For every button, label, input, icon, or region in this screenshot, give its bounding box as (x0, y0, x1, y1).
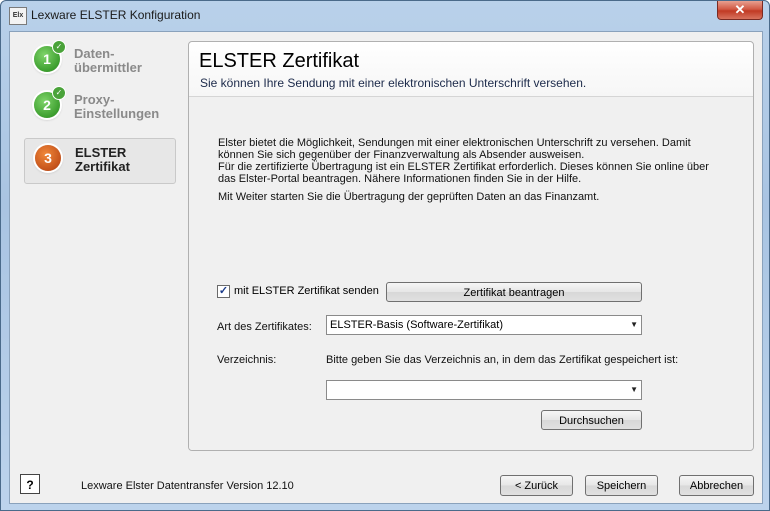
description-text: Elster bietet die Möglichkeit, Sendungen… (218, 137, 709, 203)
send-with-certificate-checkbox[interactable]: ✓ (217, 285, 230, 298)
chevron-down-icon: ▼ (630, 385, 638, 394)
directory-hint: Bitte geben Sie das Verzeichnis an, in d… (326, 354, 679, 366)
cert-type-label: Art des Zertifikates: (217, 321, 312, 333)
step-datenuebermittler[interactable]: 1 ✓ Daten- übermittler (24, 40, 174, 84)
content-panel: ELSTER Zertifikat Sie können Ihre Sendun… (188, 41, 754, 451)
step-proxy-einstellungen[interactable]: 2 ✓ Proxy- Einstellungen (24, 86, 174, 130)
step-label: Daten- übermittler (74, 46, 142, 75)
cert-type-select[interactable]: ELSTER-Basis (Software-Zertifikat) ▼ (326, 315, 642, 335)
directory-label: Verzeichnis: (217, 354, 277, 366)
help-icon[interactable]: ? (20, 474, 40, 494)
wizard-steps-sidebar: 1 ✓ Daten- übermittler 2 ✓ Proxy- Einste… (10, 32, 182, 462)
directory-combobox[interactable]: ▼ (326, 380, 642, 400)
app-icon: Elx (9, 7, 27, 25)
page-title: ELSTER Zertifikat (199, 50, 360, 72)
cancel-button[interactable]: Abbrechen (679, 475, 754, 496)
checkmark-icon: ✓ (52, 40, 66, 54)
save-button[interactable]: Speichern (585, 475, 658, 496)
app-window: Elx Lexware ELSTER Konfiguration ✕ 1 ✓ D… (0, 0, 770, 511)
step-label: ELSTER Zertifikat (75, 145, 130, 174)
step-number-badge: 3 (35, 145, 61, 171)
window-title: Lexware ELSTER Konfiguration (31, 8, 201, 22)
browse-button[interactable]: Durchsuchen (541, 410, 642, 430)
chevron-down-icon: ▼ (630, 320, 638, 329)
version-text: Lexware Elster Datentransfer Version 12.… (81, 480, 294, 492)
step-label: Proxy- Einstellungen (74, 92, 160, 121)
page-subtitle: Sie können Ihre Sendung mit einer elektr… (200, 76, 587, 90)
back-button[interactable]: < Zurück (500, 475, 573, 496)
step-elster-zertifikat[interactable]: 3 ELSTER Zertifikat (24, 138, 176, 184)
title-bar[interactable]: Elx Lexware ELSTER Konfiguration ✕ (1, 1, 769, 31)
panel-header: ELSTER Zertifikat Sie können Ihre Sendun… (189, 42, 753, 97)
send-with-certificate-label[interactable]: mit ELSTER Zertifikat senden (234, 285, 379, 297)
request-certificate-button[interactable]: Zertifikat beantragen (386, 282, 642, 302)
panel-body: Elster bietet die Möglichkeit, Sendungen… (189, 97, 753, 450)
close-button[interactable]: ✕ (717, 1, 763, 20)
checkmark-icon: ✓ (52, 86, 66, 100)
dialog-client-area: 1 ✓ Daten- übermittler 2 ✓ Proxy- Einste… (9, 31, 763, 504)
